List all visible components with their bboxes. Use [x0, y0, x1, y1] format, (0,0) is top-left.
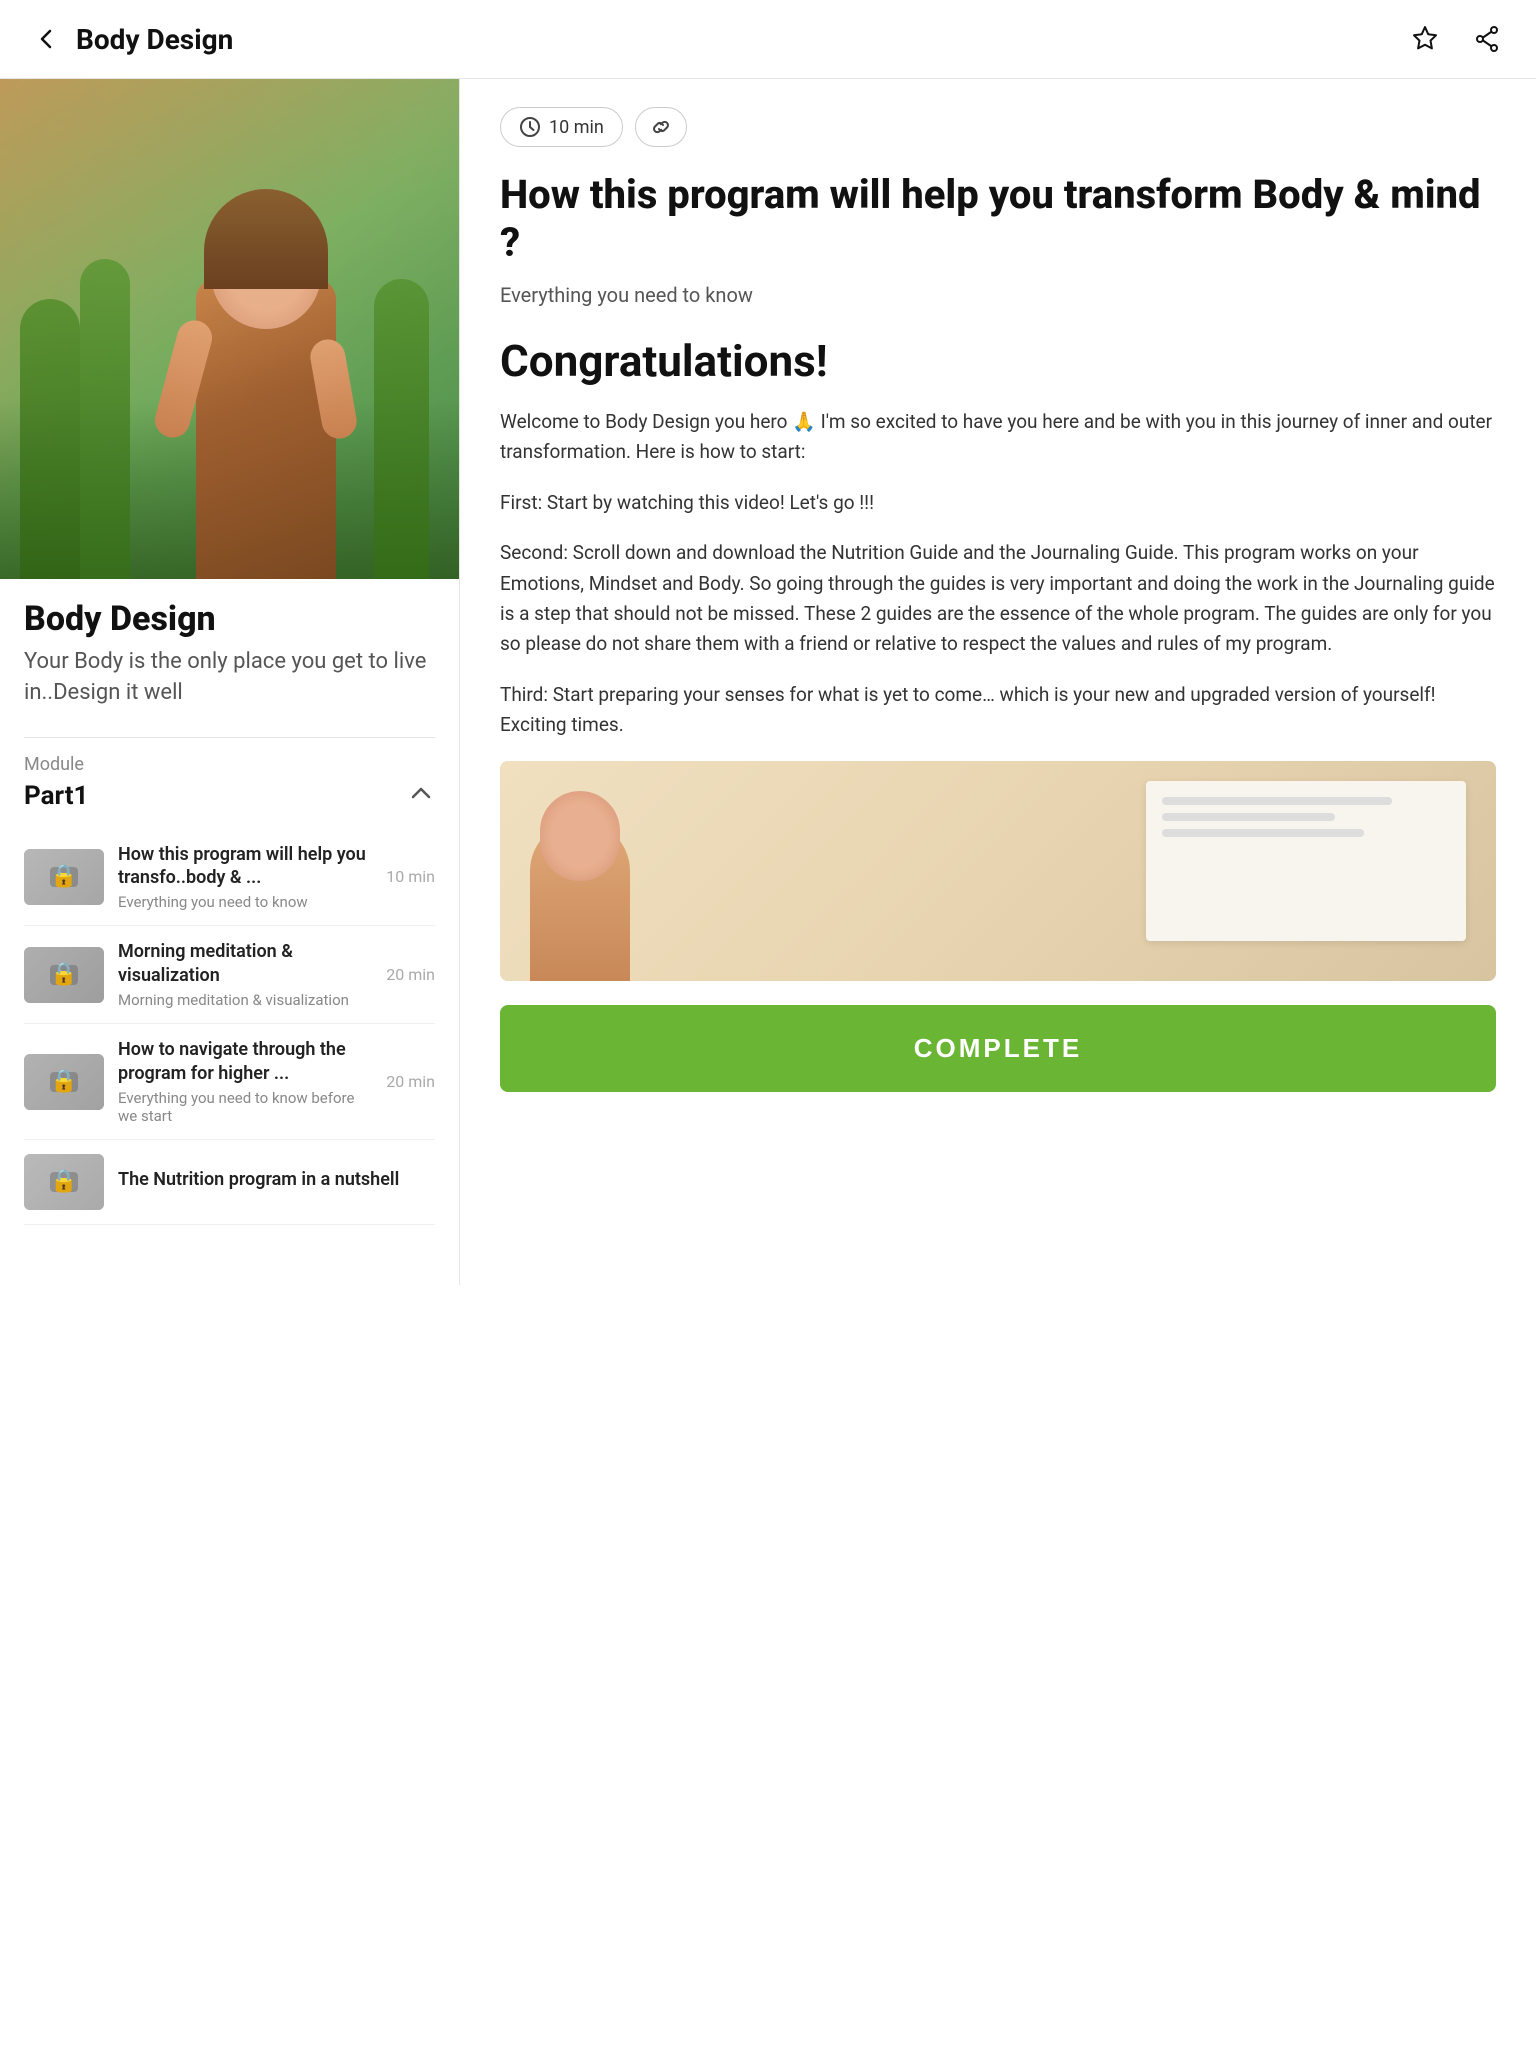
link-icon — [650, 116, 672, 138]
module-label: Module — [24, 754, 435, 775]
left-content: Body Design Your Body is the only place … — [0, 579, 459, 1245]
lock-icon: 🔒 — [50, 864, 77, 889]
lesson-item[interactable]: 🔒 How to navigate through the program fo… — [24, 1024, 435, 1140]
lesson-duration: 10 min — [386, 867, 435, 886]
video-head — [540, 791, 620, 881]
link-button[interactable] — [635, 107, 687, 147]
lock-overlay: 🔒 — [24, 1154, 104, 1210]
duration-badge: 10 min — [500, 107, 623, 147]
share-button[interactable] — [1466, 18, 1508, 60]
lock-overlay: 🔒 — [24, 849, 104, 905]
header-title: Body Design — [76, 23, 233, 56]
lesson-info: Morning meditation & visualization Morni… — [118, 940, 372, 1009]
left-column: Body Design Your Body is the only place … — [0, 79, 460, 1285]
tree-3 — [374, 279, 429, 579]
meta-bar: 10 min — [500, 107, 1496, 147]
content-body: Welcome to Body Design you hero 🙏 I'm so… — [500, 407, 1496, 741]
body-para-2: First: Start by watching this video! Let… — [500, 488, 1496, 518]
lock-icon: 🔒 — [50, 1069, 77, 1094]
lesson-info: How this program will help you transfo..… — [118, 843, 372, 912]
lesson-thumbnail: 🔒 — [24, 849, 104, 905]
lesson-duration: 20 min — [386, 965, 435, 984]
lesson-desc: Everything you need to know — [118, 893, 372, 911]
duration-label: 10 min — [549, 117, 604, 138]
complete-button[interactable]: COMPLETE — [500, 1005, 1496, 1092]
lock-overlay: 🔒 — [24, 1054, 104, 1110]
module-name: Part1 — [24, 781, 88, 811]
header: Body Design — [0, 0, 1536, 79]
lesson-duration: 20 min — [386, 1072, 435, 1091]
lock-overlay: 🔒 — [24, 947, 104, 1003]
lesson-thumbnail: 🔒 — [24, 1054, 104, 1110]
person-figure — [176, 179, 356, 579]
header-actions — [1404, 18, 1508, 60]
lesson-thumbnail: 🔒 — [24, 1154, 104, 1210]
main-layout: Body Design Your Body is the only place … — [0, 79, 1536, 2047]
video-preview[interactable] — [500, 761, 1496, 981]
congrats-title: Congratulations! — [500, 335, 1496, 387]
right-column: 10 min How this program will help you tr… — [460, 79, 1536, 1132]
tree-1 — [20, 299, 80, 579]
back-button[interactable] — [28, 21, 64, 57]
whiteboard — [1146, 781, 1466, 941]
bookmark-button[interactable] — [1404, 18, 1446, 60]
lesson-desc: Everything you need to know before we st… — [118, 1089, 372, 1125]
lesson-item[interactable]: 🔒 The Nutrition program in a nutshell — [24, 1140, 435, 1225]
header-left: Body Design — [28, 21, 233, 57]
lesson-title: How to navigate through the program for … — [118, 1038, 372, 1085]
lesson-info: How to navigate through the program for … — [118, 1038, 372, 1125]
body-para-3: Second: Scroll down and download the Nut… — [500, 538, 1496, 660]
lesson-title: The Nutrition program in a nutshell — [118, 1168, 435, 1191]
tree-2 — [80, 259, 130, 579]
module-section: Module Part1 — [24, 737, 435, 1225]
hero-image — [0, 79, 459, 579]
lesson-item[interactable]: 🔒 How this program will help you transfo… — [24, 829, 435, 927]
content-intro: Everything you need to know — [500, 283, 1496, 307]
program-subtitle: Your Body is the only place you get to l… — [24, 647, 435, 709]
lock-icon: 🔒 — [50, 1169, 77, 1194]
clock-icon — [519, 116, 541, 138]
lesson-title: How this program will help you transfo..… — [118, 843, 372, 890]
lesson-item[interactable]: 🔒 Morning meditation & visualization Mor… — [24, 926, 435, 1024]
lock-icon: 🔒 — [50, 962, 77, 987]
program-title: Body Design — [24, 599, 435, 639]
lesson-thumbnail: 🔒 — [24, 947, 104, 1003]
lesson-info: The Nutrition program in a nutshell — [118, 1168, 435, 1195]
chevron-up-icon — [407, 779, 435, 813]
lesson-list: 🔒 How this program will help you transfo… — [24, 829, 435, 1225]
lesson-desc: Morning meditation & visualization — [118, 991, 372, 1009]
body-para-4: Third: Start preparing your senses for w… — [500, 680, 1496, 741]
lesson-title: Morning meditation & visualization — [118, 940, 372, 987]
content-title: How this program will help you transform… — [500, 171, 1496, 267]
body-para-1: Welcome to Body Design you hero 🙏 I'm so… — [500, 407, 1496, 468]
module-header[interactable]: Part1 — [24, 779, 435, 813]
